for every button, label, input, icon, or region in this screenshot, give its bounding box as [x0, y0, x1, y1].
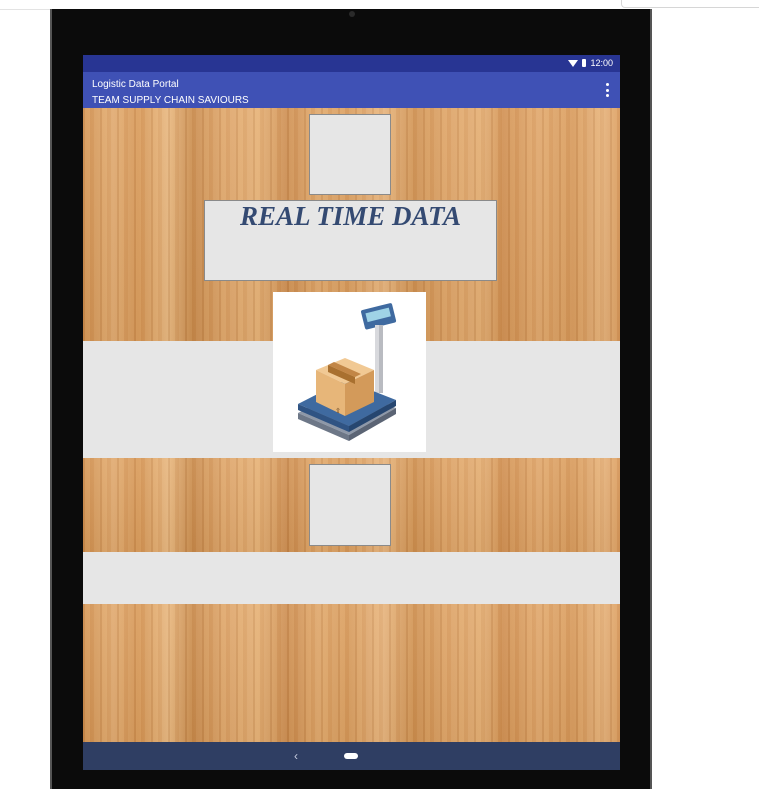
camera-icon	[349, 11, 355, 17]
title-banner: REAL TIME DATA	[204, 200, 497, 281]
home-icon[interactable]	[344, 753, 358, 759]
battery-icon	[582, 59, 587, 67]
empty-band	[83, 552, 620, 604]
wifi-icon	[568, 59, 579, 67]
back-icon[interactable]: ‹	[294, 749, 298, 763]
app-title: Logistic Data Portal	[92, 79, 179, 90]
browser-corner-box	[621, 0, 759, 8]
banner-title: REAL TIME DATA	[239, 201, 462, 231]
package-on-scale-illustration: ⇧	[298, 303, 397, 441]
status-icons: 12:00	[568, 58, 613, 68]
app-subtitle: TEAM SUPPLY CHAIN SAVIOURS	[92, 95, 249, 106]
package-scale-image: ⇧	[273, 292, 426, 452]
wood-background-bottom	[83, 604, 620, 742]
svg-text:⇧: ⇧	[335, 407, 341, 415]
app-bar: Logistic Data Portal TEAM SUPPLY CHAIN S…	[83, 72, 620, 108]
overflow-menu-icon[interactable]	[606, 83, 610, 97]
placeholder-button-bottom[interactable]	[309, 464, 391, 546]
app-screen: 12:00 Logistic Data Portal TEAM SUPPLY C…	[83, 55, 620, 770]
status-bar: 12:00	[83, 55, 620, 72]
navigation-bar: ‹	[83, 742, 620, 770]
placeholder-button-top[interactable]	[309, 114, 391, 195]
status-time: 12:00	[590, 58, 613, 68]
